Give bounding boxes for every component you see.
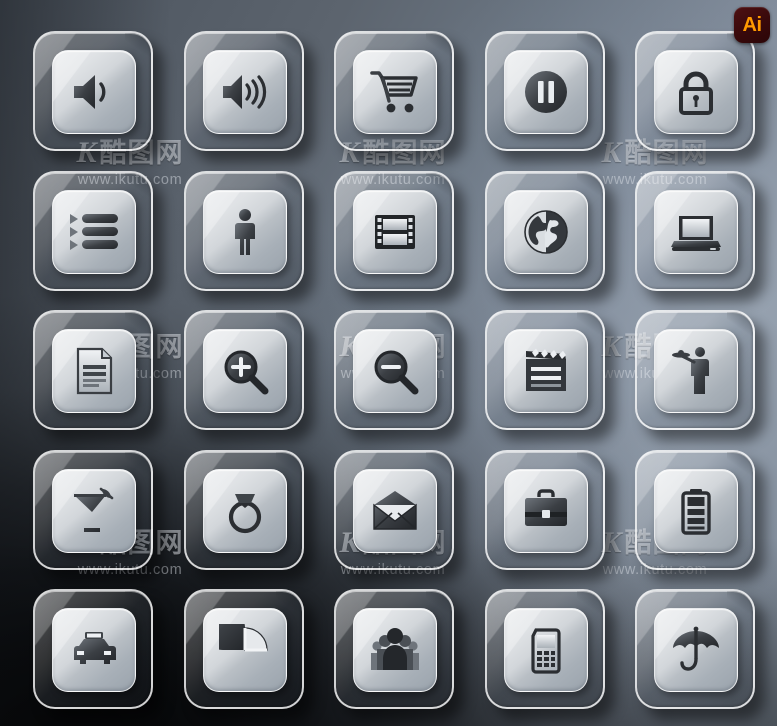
- icon-button-globe[interactable]: [484, 170, 605, 291]
- volume-low-icon: [74, 75, 106, 109]
- shopping-cart-icon: [370, 71, 418, 113]
- battery-icon: [681, 488, 711, 535]
- icon-button-cocktail[interactable]: [33, 449, 153, 570]
- icon-button-volume-low[interactable]: [33, 31, 153, 151]
- key-face: [353, 329, 437, 413]
- icon-button-waiter[interactable]: [635, 310, 755, 430]
- icon-button-umbrella[interactable]: [635, 589, 755, 709]
- briefcase-icon: [524, 488, 567, 526]
- key-face: [202, 329, 287, 413]
- icon-button-pie-chart[interactable]: [183, 589, 304, 709]
- adobe-illustrator-badge: Ai: [734, 7, 770, 43]
- key-face: [353, 50, 437, 134]
- adobe-illustrator-badge-label: Ai: [742, 14, 763, 36]
- key-face: [654, 50, 738, 134]
- icon-button-volume-high[interactable]: [183, 31, 304, 151]
- icon-button-lock[interactable]: [635, 31, 755, 151]
- icon-grid: [0, 0, 777, 726]
- pause-icon: [524, 71, 567, 113]
- icon-button-laptop[interactable]: [635, 170, 755, 291]
- key-face: [52, 608, 136, 692]
- pie-chart-icon: [218, 624, 268, 652]
- key-face: [353, 189, 437, 274]
- zoom-out-icon: [374, 350, 419, 395]
- key-face: [202, 189, 287, 274]
- key-face: [52, 189, 136, 274]
- icon-button-pause[interactable]: [484, 31, 605, 151]
- key-face: [503, 468, 588, 553]
- lock-icon: [679, 71, 713, 115]
- icon-button-zoom-out[interactable]: [334, 310, 454, 430]
- key-face: [503, 189, 588, 274]
- key-face: [654, 189, 738, 274]
- icon-button-diamond-ring[interactable]: [183, 449, 304, 570]
- cocktail-icon: [74, 487, 114, 532]
- globe-icon: [523, 209, 568, 254]
- mobile-phone-icon: [530, 628, 561, 674]
- icon-button-battery[interactable]: [635, 449, 755, 570]
- key-face: [654, 608, 738, 692]
- icon-button-open-envelope[interactable]: [334, 449, 454, 570]
- clapperboard-icon: [525, 348, 566, 391]
- icon-set-canvas: K酷图网www.ikutu.comK酷图网www.ikutu.comK酷图网ww…: [0, 0, 777, 726]
- film-strip-icon: [375, 214, 415, 249]
- icon-button-shopping-cart[interactable]: [334, 31, 454, 151]
- key-face: [52, 50, 136, 134]
- key-face: [503, 329, 588, 413]
- waiter-icon: [672, 347, 709, 394]
- icon-button-group-of-people[interactable]: [334, 589, 454, 709]
- person-icon: [234, 208, 255, 255]
- icon-button-taxi[interactable]: [33, 589, 153, 709]
- group-of-people-icon: [371, 628, 419, 670]
- key-face: [52, 329, 136, 413]
- volume-high-icon: [222, 75, 266, 109]
- key-face: [503, 50, 588, 134]
- key-face: [52, 468, 136, 553]
- diamond-ring-icon: [228, 493, 261, 533]
- taxi-icon: [74, 632, 116, 664]
- laptop-icon: [671, 215, 721, 251]
- icon-button-document[interactable]: [33, 310, 153, 430]
- key-face: [353, 608, 437, 692]
- icon-button-person[interactable]: [183, 170, 304, 291]
- icon-button-zoom-in[interactable]: [183, 310, 304, 430]
- key-face: [654, 329, 738, 413]
- icon-button-briefcase[interactable]: [484, 449, 605, 570]
- icon-button-playlist[interactable]: [33, 170, 153, 291]
- key-face: [202, 50, 287, 134]
- umbrella-icon: [673, 626, 719, 671]
- icon-button-clapperboard[interactable]: [484, 310, 605, 430]
- open-envelope-icon: [373, 490, 417, 530]
- zoom-in-icon: [224, 350, 268, 395]
- key-face: [503, 608, 588, 692]
- icon-button-mobile-phone[interactable]: [484, 589, 605, 709]
- icon-button-film-strip[interactable]: [334, 170, 454, 291]
- document-icon: [76, 347, 113, 395]
- key-face: [202, 608, 287, 692]
- key-face: [654, 468, 738, 553]
- key-face: [353, 468, 437, 553]
- playlist-icon: [70, 213, 118, 250]
- key-face: [202, 468, 287, 553]
